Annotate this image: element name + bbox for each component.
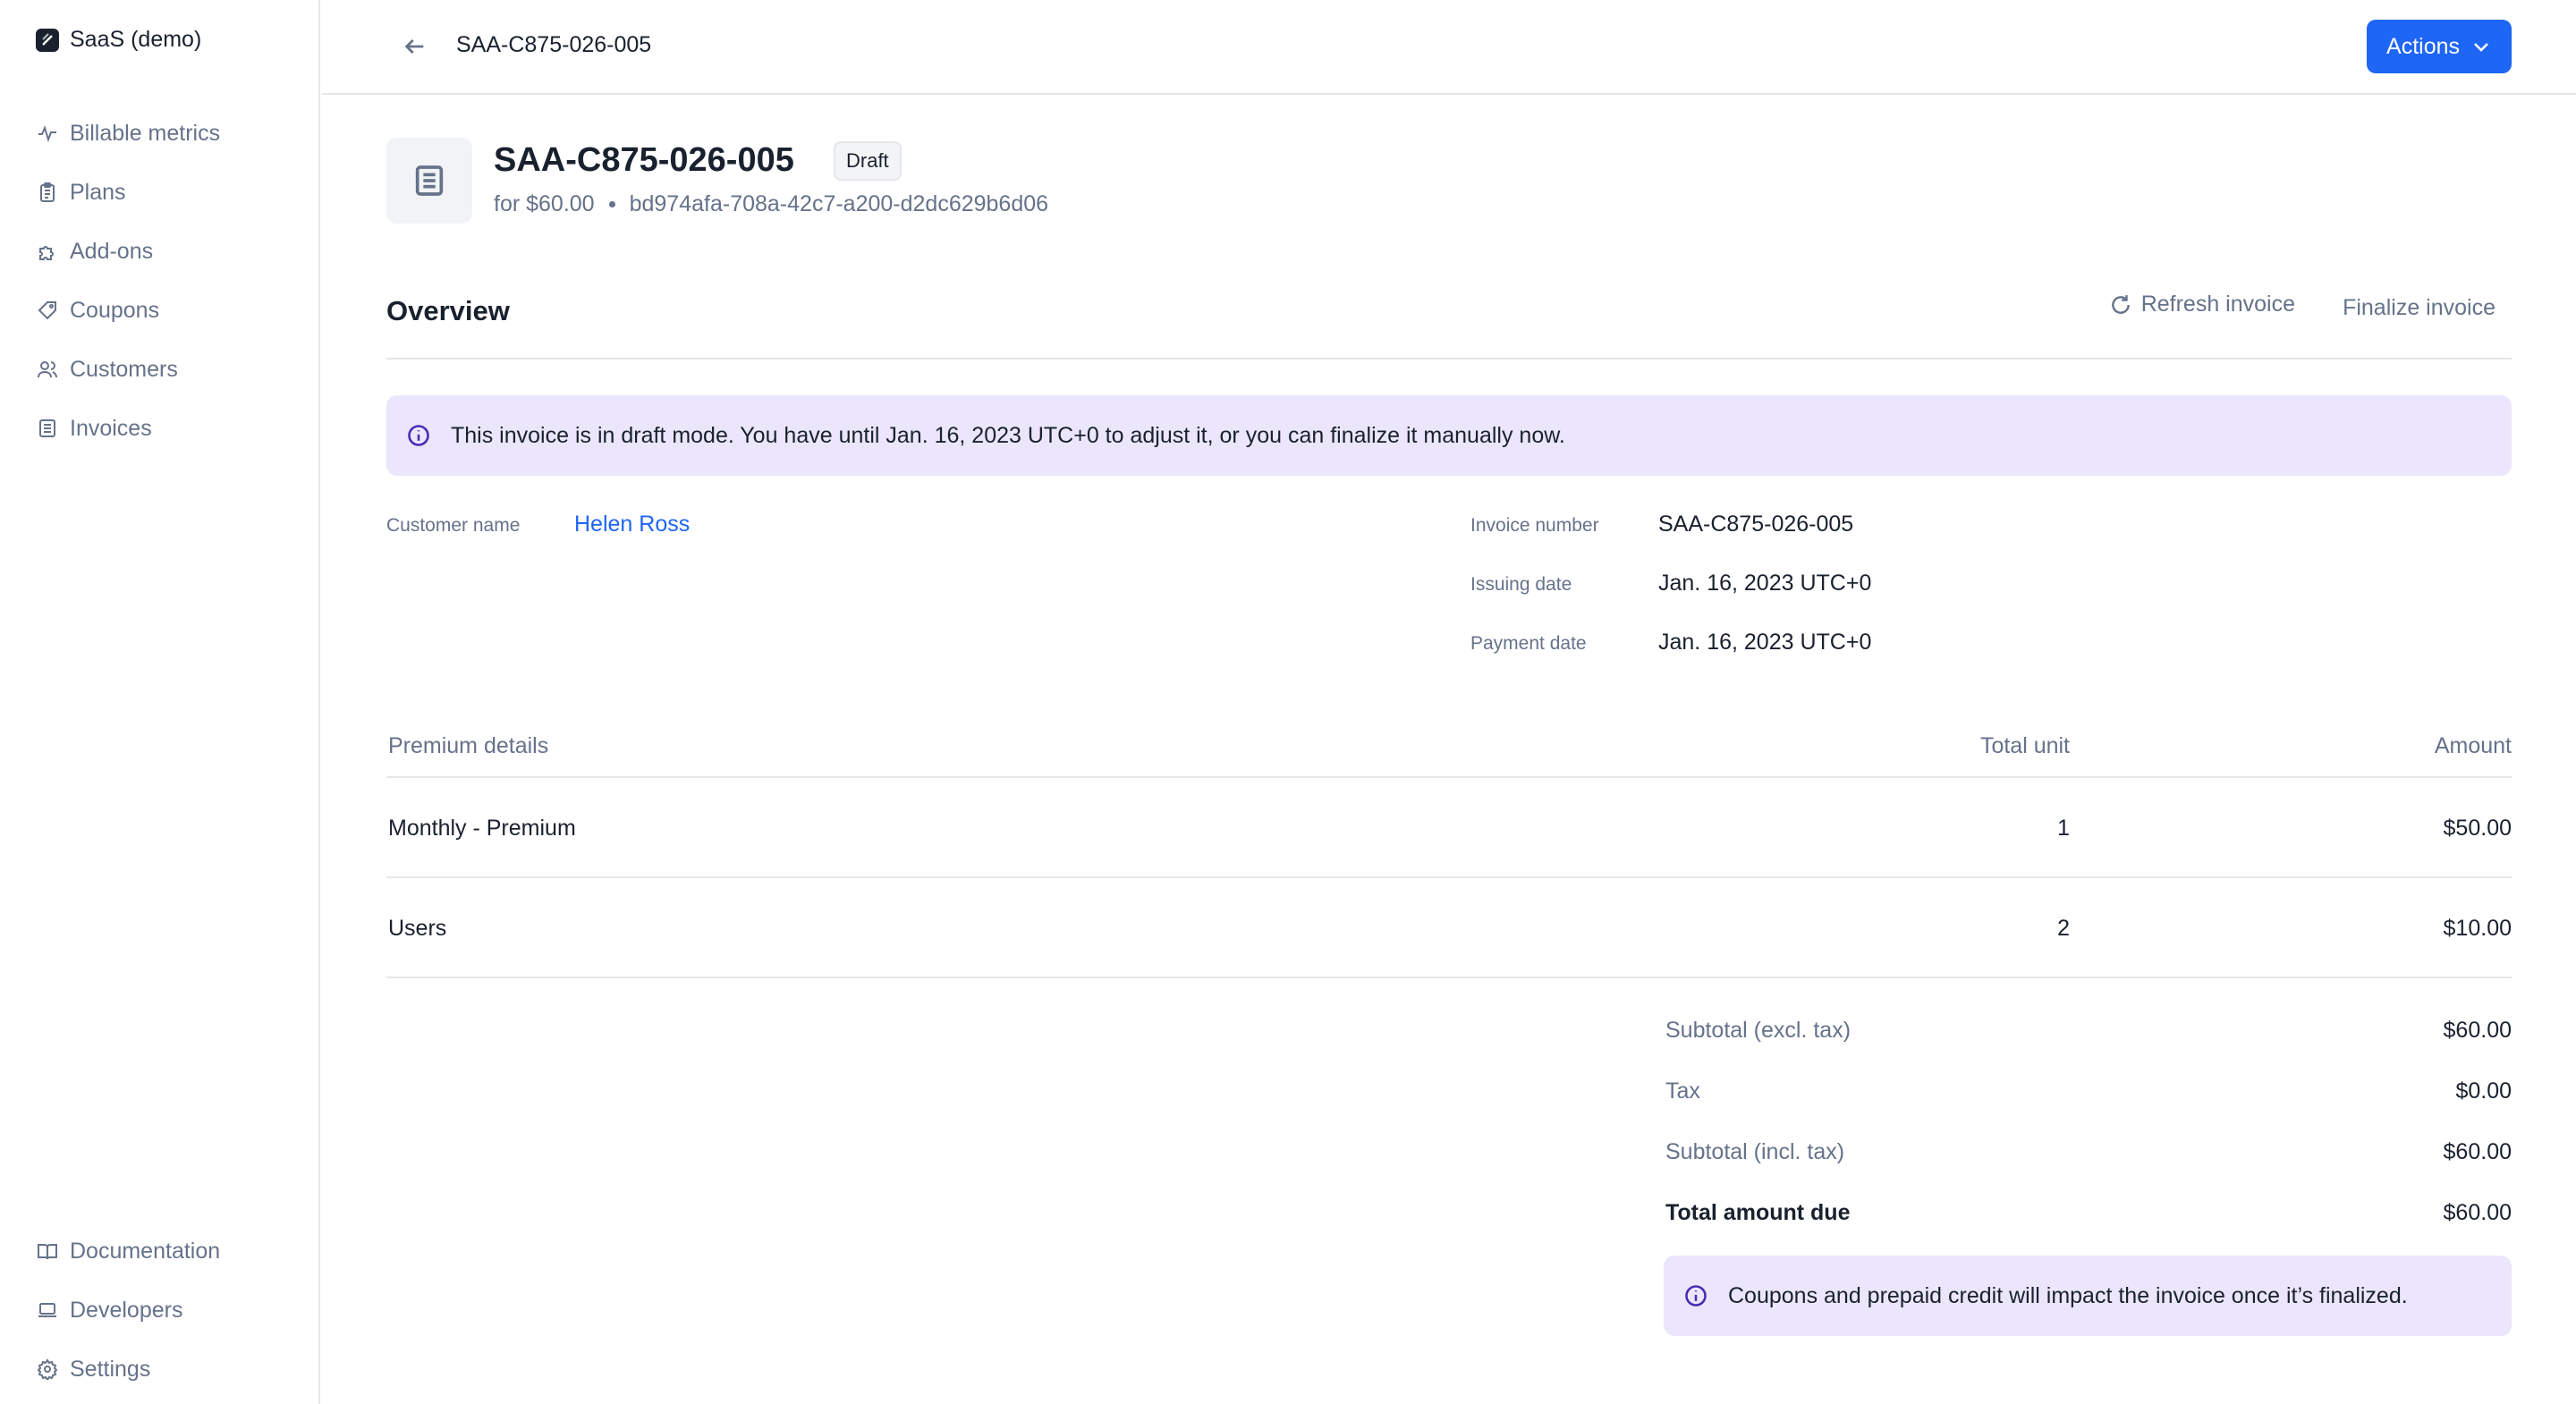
actions-button[interactable]: Actions — [2367, 20, 2512, 73]
invoice-number-value: SAA-C875-026-005 — [1658, 512, 1854, 537]
totals-value: $60.00 — [2443, 1200, 2512, 1225]
line-item-amount: $10.00 — [2443, 916, 2512, 941]
org-logo-icon — [36, 28, 59, 52]
table-row: Users 2 $10.00 — [386, 878, 2512, 978]
customer-name-link[interactable]: Helen Ross — [574, 512, 690, 537]
invoice-document-icon — [386, 138, 472, 224]
separator-dot — [608, 201, 615, 207]
totals-row-subtotal-excl-tax: Subtotal (excl. tax) $60.00 — [1664, 1000, 2512, 1061]
overview-header: Overview Refresh invoice Finalize invoic… — [386, 268, 2512, 359]
actions-button-label: Actions — [2386, 33, 2460, 59]
arrow-left-icon — [404, 39, 424, 54]
invoice-number-label: Invoice number — [1470, 515, 1599, 536]
sidebar-item-invoices[interactable]: Invoices — [36, 399, 220, 458]
users-icon — [36, 358, 59, 381]
customer-name-label: Customer name — [386, 515, 521, 536]
draft-notice-text: This invoice is in draft mode. You have … — [451, 422, 1565, 448]
totals-row-subtotal-incl-tax: Subtotal (incl. tax) $60.00 — [1664, 1121, 2512, 1182]
invoice-subtitle: for $60.00 bd974afa-708a-42c7-a200-d2dc6… — [494, 191, 1048, 217]
payment-date-label: Payment date — [1470, 633, 1587, 654]
totals-label: Subtotal (excl. tax) — [1665, 1018, 1852, 1043]
sidebar-item-documentation[interactable]: Documentation — [36, 1222, 220, 1281]
sidebar-item-settings[interactable]: Settings — [36, 1340, 220, 1399]
invoice-line-items-table: Premium details Total unit Amount Monthl… — [386, 721, 2512, 978]
clipboard-icon — [36, 181, 59, 204]
status-badge: Draft — [834, 141, 902, 181]
sidebar-item-coupons[interactable]: Coupons — [36, 281, 220, 340]
info-icon — [408, 425, 429, 446]
sidebar: SaaS (demo) Billable metrics Plans Add-o… — [0, 0, 320, 1404]
info-icon — [1685, 1285, 1707, 1307]
document-icon — [36, 417, 59, 440]
sidebar-item-billable-metrics[interactable]: Billable metrics — [36, 104, 220, 163]
sidebar-item-label: Settings — [70, 1356, 151, 1382]
sidebar-item-developers[interactable]: Developers — [36, 1281, 220, 1340]
sidebar-item-customers[interactable]: Customers — [36, 340, 220, 399]
invoice-id: bd974afa-708a-42c7-a200-d2dc629b6d06 — [629, 191, 1049, 216]
issuing-date-label: Issuing date — [1470, 574, 1572, 595]
sidebar-item-label: Coupons — [70, 297, 160, 323]
overview-title: Overview — [386, 295, 510, 326]
invoice-amount: for $60.00 — [494, 191, 595, 216]
invoice-header: SAA-C875-026-005 Draft for $60.00 bd974a… — [386, 138, 2512, 224]
totals-row-tax: Tax $0.00 — [1664, 1061, 2512, 1121]
totals-label: Tax — [1665, 1078, 1700, 1104]
finalize-invoice-button[interactable]: Finalize invoice — [2343, 295, 2496, 321]
draft-notice: This invoice is in draft mode. You have … — [386, 395, 2512, 476]
gear-icon — [36, 1357, 59, 1381]
org-switcher[interactable]: SaaS (demo) — [36, 27, 201, 53]
line-item-units: 2 — [2057, 916, 2070, 941]
totals-label: Subtotal (incl. tax) — [1665, 1139, 1845, 1164]
page-header: SAA-C875-026-005 Actions — [322, 0, 2576, 95]
issuing-date-value: Jan. 16, 2023 UTC+0 — [1658, 571, 1872, 596]
line-item-units: 1 — [2057, 816, 2070, 841]
sidebar-item-label: Add-ons — [70, 238, 154, 264]
sidebar-item-label: Customers — [70, 356, 178, 382]
sidebar-item-label: Billable metrics — [70, 120, 221, 146]
sidebar-item-plans[interactable]: Plans — [36, 163, 220, 222]
line-item-name: Users — [388, 916, 447, 941]
book-icon — [36, 1239, 59, 1263]
chevron-down-icon — [2474, 43, 2488, 52]
sidebar-item-label: Invoices — [70, 415, 152, 441]
invoice-title: SAA-C875-026-005 — [494, 141, 794, 179]
totals-label: Total amount due — [1665, 1200, 1851, 1225]
sidebar-item-label: Developers — [70, 1297, 183, 1323]
line-item-name: Monthly - Premium — [388, 816, 576, 841]
column-header-units: Total unit — [1979, 733, 2070, 758]
table-header-row: Premium details Total unit Amount — [386, 721, 2512, 778]
column-header-amount: Amount — [2434, 733, 2512, 758]
refresh-icon — [2111, 294, 2130, 314]
column-header-details: Premium details — [388, 733, 549, 758]
totals-row-total-due: Total amount due $60.00 — [1664, 1182, 2512, 1243]
refresh-invoice-button[interactable]: Refresh invoice — [2109, 292, 2295, 317]
table-row: Monthly - Premium 1 $50.00 — [386, 778, 2512, 878]
sidebar-nav: Billable metrics Plans Add-ons Coupons C… — [36, 104, 220, 458]
sidebar-item-label: Plans — [70, 179, 126, 205]
tag-icon — [36, 299, 59, 322]
coupon-notice-text: Coupons and prepaid credit will impact t… — [1728, 1282, 2408, 1308]
laptop-icon — [36, 1298, 59, 1322]
back-button[interactable] — [395, 27, 435, 66]
totals-value: $0.00 — [2455, 1078, 2512, 1104]
sidebar-bottom-nav: Documentation Developers Settings — [36, 1222, 220, 1399]
payment-date-value: Jan. 16, 2023 UTC+0 — [1658, 630, 1872, 655]
sidebar-item-label: Documentation — [70, 1238, 221, 1264]
invoice-totals: Subtotal (excl. tax) $60.00 Tax $0.00 Su… — [1664, 1000, 2512, 1243]
pulse-icon — [36, 122, 59, 145]
app-root: SaaS (demo) Billable metrics Plans Add-o… — [0, 0, 2576, 1404]
sidebar-item-add-ons[interactable]: Add-ons — [36, 222, 220, 281]
org-name: SaaS (demo) — [70, 27, 202, 52]
coupon-notice: Coupons and prepaid credit will impact t… — [1664, 1256, 2512, 1336]
puzzle-icon — [36, 240, 59, 263]
totals-value: $60.00 — [2443, 1018, 2512, 1043]
header-title: SAA-C875-026-005 — [456, 32, 652, 57]
refresh-invoice-label: Refresh invoice — [2140, 292, 2295, 317]
line-item-amount: $50.00 — [2443, 816, 2512, 841]
totals-value: $60.00 — [2443, 1139, 2512, 1164]
